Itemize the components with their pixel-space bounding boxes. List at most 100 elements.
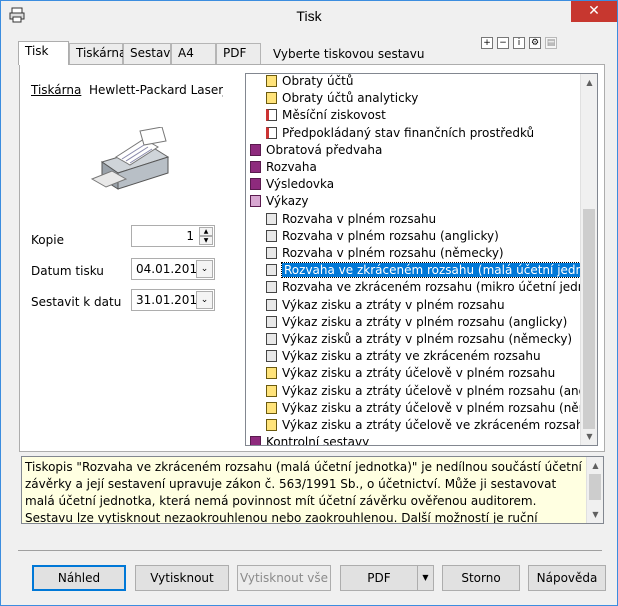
tree-item[interactable]: Rozvaha v plném rozsahu — [266, 211, 436, 228]
tree-item[interactable]: Rozvaha ve zkráceném rozsahu (mikro účet… — [266, 279, 598, 296]
tree-item[interactable]: Měsíční ziskovost — [266, 107, 386, 124]
tree-item[interactable]: Výkaz zisku a ztráty účelově v plném roz… — [266, 400, 597, 417]
tree-item[interactable]: Výkaz zisku a ztráty účelově v plném roz… — [266, 383, 598, 400]
tree-item-label: Rozvaha v plném rozsahu — [282, 211, 437, 226]
tab-sestava[interactable]: Sestava — [123, 43, 178, 64]
compile-date-picker[interactable]: 31.01.2016 ⌄ — [131, 289, 215, 311]
print-dialog: Tisk ✕ Tisk Tiskárna Sestava A4 PDF Vybe… — [0, 0, 618, 606]
tree-item[interactable]: Výkaz zisku a ztráty účelově ve zkrácené… — [266, 417, 591, 434]
preview-button[interactable]: Náhled — [32, 565, 126, 591]
tree-item-label: Rozvaha — [266, 160, 317, 174]
info-icon[interactable]: i — [513, 37, 525, 49]
tab-tisk[interactable]: Tisk — [18, 41, 69, 65]
collapse-icon[interactable]: − — [497, 37, 509, 49]
doc-icon — [266, 247, 277, 259]
book-icon — [250, 436, 261, 445]
separator — [18, 550, 602, 551]
pdf-button-label: PDF — [367, 571, 391, 585]
tab-a4[interactable]: A4 — [171, 43, 216, 64]
pdf-button[interactable]: PDF ▼ — [340, 565, 434, 591]
dropdown-arrow-icon[interactable]: ▼ — [417, 566, 433, 590]
tree-item-label: Měsíční ziskovost — [282, 108, 386, 123]
spin-down-icon[interactable]: ▼ — [199, 236, 213, 245]
tree-item-label: Rozvaha ve zkráceném rozsahu (mikro účet… — [282, 280, 598, 295]
scroll-thumb[interactable] — [589, 474, 601, 500]
tree-item[interactable]: Výsledovka — [250, 176, 334, 193]
tree-item-label: Obratová předvaha — [266, 142, 383, 157]
tree-item-label: Výkaz zisku a ztráty účelově ve zkrácené… — [282, 418, 592, 432]
tab-tiskarna[interactable]: Tiskárna — [69, 43, 126, 64]
tab-panel-tisk: Tiskárna Hewlett-Packard LaserJet Kopie … — [19, 64, 605, 524]
print-date-picker[interactable]: 04.01.2016 ⌄ — [131, 258, 215, 280]
chevron-down-icon[interactable]: ⌄ — [196, 291, 213, 309]
tree-item[interactable]: Výkaz zisku a ztráty v plném rozsahu — [266, 297, 505, 314]
tree-item[interactable]: Obraty účtů — [266, 74, 353, 90]
spinner-arrows[interactable]: ▲ ▼ — [199, 227, 213, 245]
compile-date-label: Sestavit k datu — [31, 295, 122, 309]
chevron-down-icon[interactable]: ⌄ — [196, 260, 213, 278]
print-date-value: 04.01.2016 — [136, 262, 205, 276]
copies-spinner[interactable]: 1 ▲ ▼ — [131, 225, 215, 247]
copy-icon[interactable]: ▤ — [545, 37, 557, 49]
help-button[interactable]: Nápověda — [528, 565, 606, 591]
title-bar: Tisk ✕ — [1, 1, 617, 31]
doc-icon — [266, 229, 277, 242]
tree-item-label: Výkaz zisku a ztráty ve zkráceném rozsah… — [282, 349, 541, 364]
tree-item-label: Výkazy — [266, 194, 309, 209]
report-yellow-icon — [266, 92, 277, 105]
report-hint: Vyberte tiskovou sestavu — [273, 47, 425, 61]
copies-label: Kopie — [31, 233, 64, 247]
book-icon — [250, 161, 261, 173]
tree-item[interactable]: Obratová předvaha — [250, 142, 382, 159]
description-text: Tiskopis "Rozvaha ve zkráceném rozsahu (… — [25, 460, 582, 524]
scroll-down-icon[interactable]: ▼ — [581, 428, 597, 445]
doc-icon — [266, 315, 277, 328]
tree-item-label: Obraty účtů analyticky — [282, 91, 419, 106]
report-red-icon — [266, 109, 277, 122]
tree-item[interactable]: Výkaz zisku a ztráty účelově v plném roz… — [266, 365, 555, 382]
settings-icon[interactable]: ⚙ — [529, 37, 541, 49]
tree-item-label: Výkaz zisku a ztráty v plném rozsahu (an… — [282, 314, 568, 329]
scroll-up-icon[interactable]: ▲ — [587, 457, 603, 474]
doc-icon — [266, 212, 277, 225]
scroll-up-icon[interactable]: ▲ — [581, 74, 597, 91]
report-yellow-icon — [266, 384, 277, 397]
tree-item[interactable]: Obraty účtů analyticky — [266, 90, 418, 107]
print-all-button[interactable]: Vytisknout vše — [237, 565, 331, 591]
tree-item[interactable]: Rozvaha v plném rozsahu (německy) — [266, 245, 504, 262]
tree-item[interactable]: Výkaz zisku a ztráty v plném rozsahu (an… — [266, 314, 567, 331]
tree-item[interactable]: Kontrolní sestavy — [250, 434, 369, 445]
tree-item-label: Výkaz zisku a ztráty účelově v plném roz… — [282, 383, 598, 398]
close-button[interactable]: ✕ — [571, 1, 617, 22]
report-red-icon — [266, 126, 277, 139]
tree-item-label: Rozvaha v plném rozsahu (německy) — [282, 246, 504, 260]
tree-item[interactable]: Předpokládaný stav finančních prostředků — [266, 125, 534, 142]
tree-item[interactable]: Rozvaha ve zkráceném rozsahu (malá účetn… — [266, 262, 597, 279]
tree-item[interactable]: Rozvaha v plném rozsahu (anglicky) — [266, 228, 499, 245]
tree-item-label: Výkaz zisku a ztráty v plném rozsahu — [282, 297, 505, 312]
tree-item-label: Rozvaha ve zkráceném rozsahu (malá účetn… — [281, 262, 597, 279]
tree-item-label: Rozvaha v plném rozsahu (anglicky) — [282, 228, 499, 243]
print-button[interactable]: Vytisknout — [135, 565, 229, 591]
spin-up-icon[interactable]: ▲ — [199, 227, 213, 236]
report-tree[interactable]: Obraty účtů Obraty účtů analyticky Měsíční… — [245, 73, 598, 446]
cancel-button[interactable]: Storno — [442, 565, 520, 591]
doc-icon — [266, 350, 277, 363]
scroll-down-icon[interactable]: ▼ — [587, 506, 603, 523]
doc-icon — [266, 298, 277, 311]
tree-scrollbar[interactable]: ▲ ▼ — [580, 74, 597, 445]
printer-label[interactable]: Tiskárna — [31, 83, 81, 97]
printer-illustration — [90, 127, 170, 190]
tree-item-label: Výkaz zisku a ztráty účelově v plném roz… — [282, 366, 556, 381]
tree-item[interactable]: Výkaz zisků a ztráty v plném rozsahu (ně… — [266, 331, 572, 348]
tree-item[interactable]: Rozvaha — [250, 159, 317, 176]
scroll-thumb[interactable] — [583, 209, 595, 429]
report-yellow-icon — [266, 419, 277, 431]
tree-item[interactable]: Výkaz zisku a ztráty ve zkráceném rozsah… — [266, 348, 541, 365]
tab-pdf[interactable]: PDF — [216, 43, 261, 64]
report-description: Tiskopis "Rozvaha ve zkráceném rozsahu (… — [21, 456, 604, 524]
expand-icon[interactable]: + — [481, 37, 493, 49]
copies-value: 1 — [186, 229, 194, 243]
description-scrollbar[interactable]: ▲ ▼ — [586, 457, 603, 523]
tree-item[interactable]: Výkazy — [250, 193, 308, 210]
